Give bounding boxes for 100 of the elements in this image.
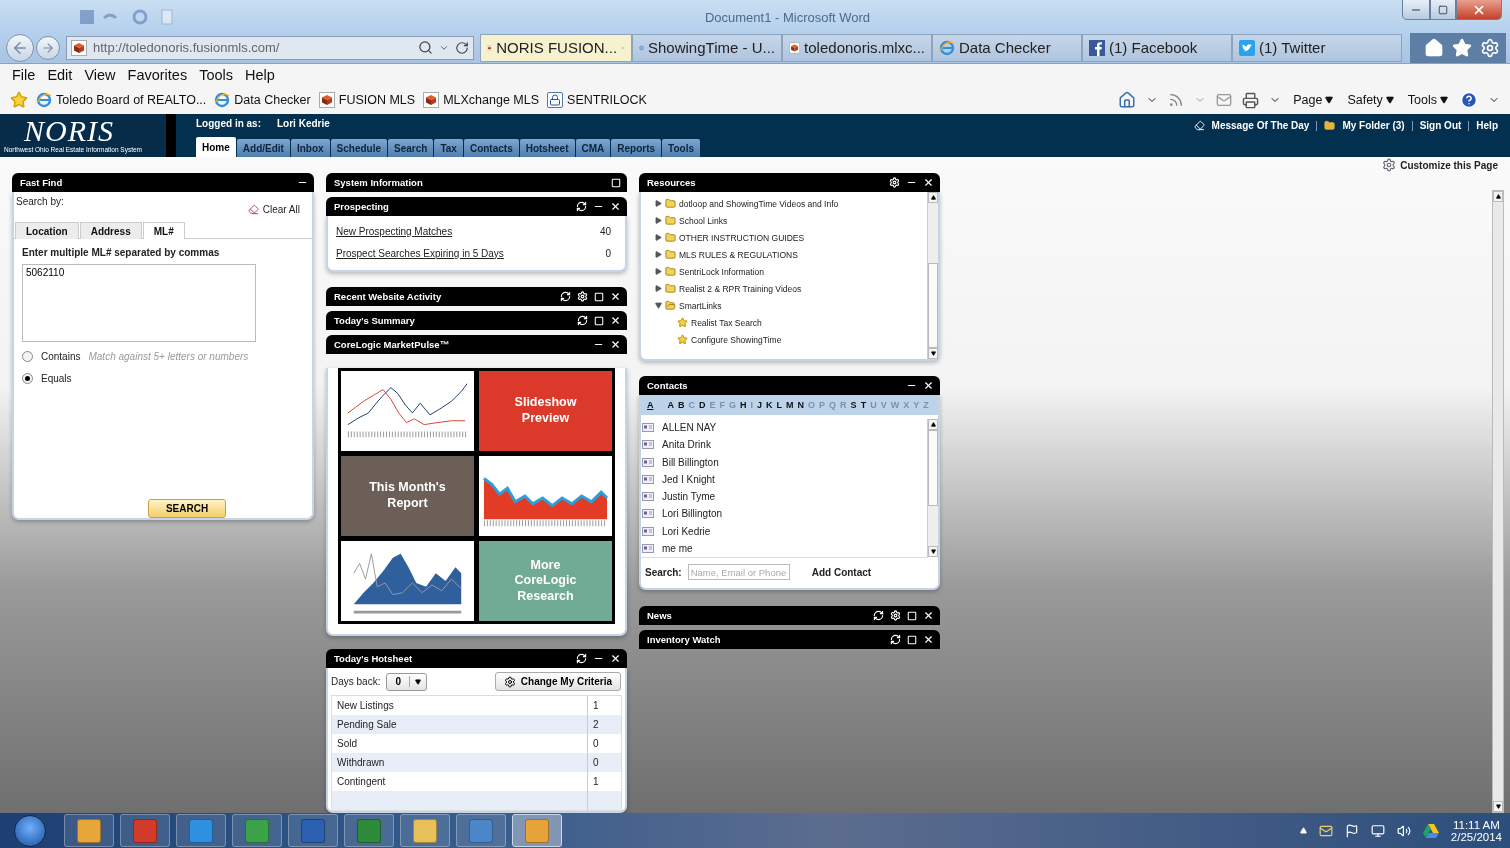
taskbar-app-button[interactable] bbox=[512, 814, 562, 847]
contact-card-icon[interactable] bbox=[642, 492, 654, 502]
expand-arrow-icon[interactable] bbox=[655, 217, 662, 224]
command-menu[interactable]: Tools bbox=[1405, 93, 1450, 107]
close-icon[interactable] bbox=[923, 634, 934, 645]
tree-item[interactable]: Realist Tax Search bbox=[691, 317, 762, 328]
radio-button[interactable] bbox=[22, 350, 33, 362]
minimize-button[interactable] bbox=[1402, 0, 1430, 20]
header-link[interactable]: My Folder (3) bbox=[1342, 120, 1405, 131]
add-contact-link[interactable]: Add Contact bbox=[811, 566, 872, 578]
forward-button[interactable] bbox=[36, 35, 60, 60]
search-button[interactable]: SEARCH bbox=[148, 499, 226, 518]
browser-tab[interactable]: Data Checker bbox=[932, 33, 1082, 62]
contact-name[interactable]: Lori Billington bbox=[662, 508, 723, 520]
favorites-link[interactable]: SENTRILOCK bbox=[547, 92, 647, 108]
settings-icon[interactable] bbox=[889, 177, 900, 188]
change-criteria-button[interactable]: Change My Criteria bbox=[494, 672, 621, 691]
nav-tab[interactable]: Home bbox=[196, 137, 236, 157]
search-tab[interactable]: ML# bbox=[142, 222, 185, 239]
letter-filter[interactable]: A bbox=[647, 400, 654, 410]
refresh-icon[interactable] bbox=[560, 291, 571, 302]
days-back-select[interactable]: 0 bbox=[386, 672, 428, 691]
tree-item[interactable]: dotloop and ShowingTime Videos and Info bbox=[679, 198, 839, 209]
home-icon[interactable] bbox=[1118, 91, 1137, 109]
show-hidden-icons[interactable] bbox=[1299, 827, 1307, 834]
tree-item[interactable]: Configure ShowingTime bbox=[691, 334, 782, 345]
expand-arrow-icon[interactable] bbox=[655, 285, 662, 292]
contact-card-icon[interactable] bbox=[642, 440, 654, 450]
letter-filter[interactable]: A bbox=[667, 400, 674, 410]
nav-tab[interactable]: Reports bbox=[611, 139, 662, 157]
header-link[interactable]: Message Of The Day bbox=[1211, 120, 1310, 131]
print-icon[interactable] bbox=[1242, 91, 1260, 109]
letter-filter[interactable]: J bbox=[757, 400, 763, 410]
menu-item[interactable]: Favorites bbox=[127, 67, 188, 83]
letter-filter[interactable]: D bbox=[699, 400, 706, 410]
prospecting-link[interactable]: New Prospecting Matches bbox=[336, 225, 453, 237]
maximize-icon[interactable] bbox=[907, 634, 917, 645]
refresh-icon[interactable] bbox=[576, 201, 587, 212]
clear-all-link[interactable]: Clear All bbox=[247, 196, 300, 222]
tree-item[interactable]: OTHER INSTRUCTION GUIDES bbox=[679, 232, 805, 243]
home-icon[interactable] bbox=[1424, 37, 1444, 58]
contact-name[interactable]: Bill Billington bbox=[662, 456, 719, 468]
maximize-icon[interactable] bbox=[907, 610, 917, 621]
close-icon[interactable] bbox=[610, 291, 621, 302]
address-field[interactable]: http://toledonoris.fusionmls.com/ bbox=[66, 35, 474, 60]
contact-name[interactable]: Jed I Knight bbox=[662, 473, 715, 485]
contact-name[interactable]: ALLEN NAY bbox=[662, 422, 717, 434]
expand-arrow-icon[interactable] bbox=[655, 268, 662, 275]
flag-icon[interactable] bbox=[1344, 823, 1359, 838]
letter-filter[interactable]: M bbox=[786, 400, 794, 410]
search-tab[interactable]: Location bbox=[15, 222, 79, 239]
close-icon[interactable] bbox=[610, 339, 621, 350]
favorites-link[interactable]: MLXchange MLS bbox=[423, 92, 540, 108]
restore-button[interactable] bbox=[1430, 0, 1456, 20]
expand-arrow-icon[interactable] bbox=[655, 251, 662, 258]
refresh-icon[interactable] bbox=[890, 634, 901, 645]
back-button[interactable] bbox=[6, 33, 34, 62]
expand-arrow-icon[interactable] bbox=[655, 234, 662, 241]
browser-tab[interactable]: toledonoris.mlxc... bbox=[782, 33, 932, 62]
close-icon[interactable] bbox=[923, 177, 934, 188]
menu-item[interactable]: Edit bbox=[47, 67, 73, 83]
help-icon[interactable] bbox=[1460, 91, 1478, 109]
header-link[interactable]: Help bbox=[1476, 120, 1498, 131]
contact-name[interactable]: Lori Kedrie bbox=[662, 525, 711, 537]
letter-filter[interactable]: L bbox=[776, 400, 783, 410]
contact-name[interactable]: Justin Tyme bbox=[662, 491, 716, 503]
browser-tab[interactable]: (1) Twitter bbox=[1232, 33, 1402, 62]
menu-item[interactable]: Help bbox=[245, 67, 275, 83]
volume-icon[interactable] bbox=[1396, 823, 1411, 838]
search-icon[interactable] bbox=[418, 40, 433, 55]
contact-card-icon[interactable] bbox=[642, 543, 654, 553]
close-icon[interactable] bbox=[923, 610, 934, 621]
menu-item[interactable]: File bbox=[12, 67, 36, 83]
letter-filter[interactable]: N bbox=[797, 400, 805, 410]
promo-tile[interactable]: Slideshow Preview bbox=[479, 371, 612, 451]
ml-number-field[interactable]: 5062110 bbox=[22, 264, 256, 342]
nav-tab[interactable]: Hotsheet bbox=[519, 139, 575, 157]
settings-icon[interactable] bbox=[890, 610, 901, 621]
refresh-icon[interactable] bbox=[576, 653, 587, 664]
nav-tab[interactable]: Tools bbox=[662, 139, 700, 157]
nav-tab[interactable]: Search bbox=[388, 139, 434, 157]
tree-item[interactable]: SmartLinks bbox=[679, 300, 722, 311]
browser-tab[interactable]: NORIS FUSION... bbox=[480, 33, 632, 62]
contact-card-icon[interactable] bbox=[642, 423, 654, 433]
command-menu[interactable]: Page bbox=[1291, 93, 1336, 107]
menu-item[interactable]: Tools bbox=[199, 67, 234, 83]
letter-filter[interactable]: H bbox=[740, 400, 747, 410]
contact-name[interactable]: me me bbox=[662, 542, 693, 554]
prospecting-link[interactable]: Prospect Searches Expiring in 5 Days bbox=[336, 247, 504, 259]
menu-item[interactable]: View bbox=[84, 67, 116, 83]
refresh-icon[interactable] bbox=[873, 610, 884, 621]
tree-item[interactable]: MLS RULES & REGULATIONS bbox=[679, 249, 798, 260]
nav-tab[interactable]: Schedule bbox=[330, 139, 388, 157]
settings-icon[interactable] bbox=[577, 291, 588, 302]
mail-icon[interactable] bbox=[1216, 92, 1233, 108]
scrollbar[interactable] bbox=[927, 419, 938, 557]
nav-tab[interactable]: CMA bbox=[575, 139, 611, 157]
expand-arrow-icon[interactable] bbox=[655, 200, 662, 207]
letter-filter[interactable]: K bbox=[766, 400, 773, 410]
contact-name[interactable]: Anita Drink bbox=[662, 439, 711, 451]
